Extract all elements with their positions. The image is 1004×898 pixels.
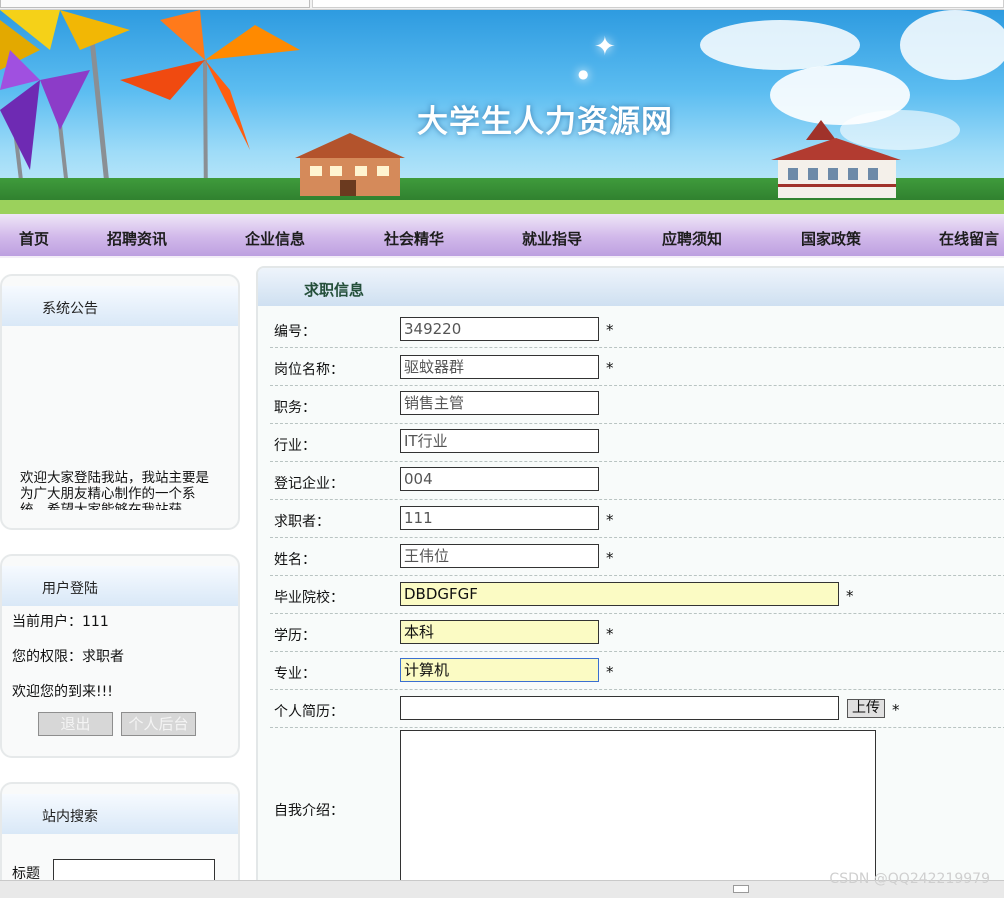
form-row-id: 编号： 349220 * (270, 310, 1004, 348)
form-row-industry: 行业： IT行业 (270, 424, 1004, 462)
school-label: 毕业院校： (274, 590, 344, 606)
required-mark: * (606, 321, 614, 339)
required-mark: * (606, 511, 614, 529)
cloud-shape (700, 20, 860, 70)
login-panel-header: 用户登陆 (2, 566, 238, 606)
cloud-shape (900, 10, 1004, 80)
sparkle-icon: ✦ (594, 32, 616, 62)
upload-button[interactable]: 上传 (847, 699, 885, 718)
main-panel-header: 求职信息 (258, 268, 1004, 306)
sparkle-icon: ● (578, 67, 589, 81)
school-field[interactable]: DBDGFGF (400, 582, 839, 606)
browser-tab[interactable] (0, 0, 310, 8)
form-row-name: 姓名： 王伟位 * (270, 538, 1004, 576)
form-row-school: 毕业院校： DBDGFGF * (270, 576, 1004, 614)
seeker-label: 求职者： (274, 514, 330, 530)
grass-strip (0, 200, 1004, 214)
form-row-seeker: 求职者： 111 * (270, 500, 1004, 538)
main-panel-title: 求职信息 (304, 281, 365, 299)
required-mark: * (606, 663, 614, 681)
intro-label: 自我介绍： (274, 803, 344, 819)
scrollbar-grip[interactable] (733, 885, 749, 893)
intro-textarea[interactable] (400, 730, 876, 880)
search-panel-header: 站内搜索 (2, 794, 238, 834)
form-row-company: 登记企业： 004 (270, 462, 1004, 500)
nav-item-applicant-notes[interactable]: 应聘须知 (662, 228, 722, 249)
required-mark: * (606, 625, 614, 643)
position-field[interactable]: 驱蚊器群 (400, 355, 599, 379)
education-field[interactable]: 本科 (400, 620, 599, 644)
personal-backend-button[interactable]: 个人后台 (121, 712, 196, 736)
form-row-major: 专业： 计算机 * (270, 652, 1004, 690)
nav-item-home[interactable]: 首页 (19, 228, 49, 249)
major-field[interactable]: 计算机 (400, 658, 599, 682)
industry-field[interactable]: IT行业 (400, 429, 599, 453)
resume-label: 个人简历： (274, 704, 344, 720)
name-label: 姓名： (274, 552, 316, 568)
industry-label: 行业： (274, 438, 316, 454)
duty-field[interactable]: 销售主管 (400, 391, 599, 415)
company-field[interactable]: 004 (400, 467, 599, 491)
required-mark: * (606, 359, 614, 377)
main-nav: 首页 招聘资讯 企业信息 社会精华 就业指导 应聘须知 国家政策 在线留言 (0, 214, 1004, 258)
site-banner: ✦ ● 大学生人力资源网 (0, 10, 1004, 214)
nav-item-company-info[interactable]: 企业信息 (245, 228, 305, 249)
form-row-education: 学历： 本科 * (270, 614, 1004, 652)
id-label: 编号： (274, 324, 316, 340)
nav-item-message[interactable]: 在线留言 (939, 228, 999, 249)
logout-button[interactable]: 退出 (38, 712, 113, 736)
name-field[interactable]: 王伟位 (400, 544, 599, 568)
watermark-text: CSDN @QQ242219979 (829, 871, 990, 887)
welcome-text: 欢迎您的到来!!! (12, 684, 113, 700)
nav-item-society[interactable]: 社会精华 (384, 228, 444, 249)
seeker-field[interactable]: 111 (400, 506, 599, 530)
nav-item-recruit-news[interactable]: 招聘资讯 (107, 228, 167, 249)
search-panel-title: 站内搜索 (42, 809, 98, 825)
resume-field[interactable] (400, 696, 839, 720)
required-mark: * (606, 549, 614, 567)
notice-panel-header: 系统公告 (2, 286, 238, 326)
education-label: 学历： (274, 628, 316, 644)
form-row-intro: 自我介绍： (270, 728, 1004, 880)
form-row-position: 岗位名称： 驱蚊器群 * (270, 348, 1004, 386)
major-label: 专业： (274, 666, 316, 682)
id-field[interactable]: 349220 (400, 317, 599, 341)
required-mark: * (846, 587, 854, 605)
company-label: 登记企业： (274, 476, 344, 492)
login-panel-title: 用户登陆 (42, 581, 98, 597)
duty-label: 职务： (274, 400, 316, 416)
browser-top-bar (0, 0, 1004, 10)
notice-text: 欢迎大家登陆我站，我站主要是为广大朋友精心制作的一个系统，希望大家能够在我站获 (20, 470, 209, 510)
current-user-text: 当前用户：111 (12, 614, 109, 630)
browser-address-strip (312, 0, 1004, 8)
position-label: 岗位名称： (274, 362, 344, 378)
required-mark: * (892, 701, 900, 719)
site-title: 大学生人力资源网 (417, 104, 673, 140)
form-row-duty: 职务： 销售主管 (270, 386, 1004, 424)
form-row-resume: 个人简历： 上传 * (270, 690, 1004, 728)
user-role-text: 您的权限：求职者 (12, 649, 124, 665)
job-seeking-info-panel: 求职信息 编号： 349220 * 岗位名称： 驱蚊器群 * 职务： 销售主管 … (256, 266, 1004, 880)
left-sidebar: 系统公告 欢迎大家登陆我站，我站主要是为广大朋友精心制作的一个系统，希望大家能够… (0, 266, 246, 892)
nav-item-career-guide[interactable]: 就业指导 (522, 228, 582, 249)
nav-item-policy[interactable]: 国家政策 (801, 228, 861, 249)
notice-panel-title: 系统公告 (42, 301, 98, 317)
